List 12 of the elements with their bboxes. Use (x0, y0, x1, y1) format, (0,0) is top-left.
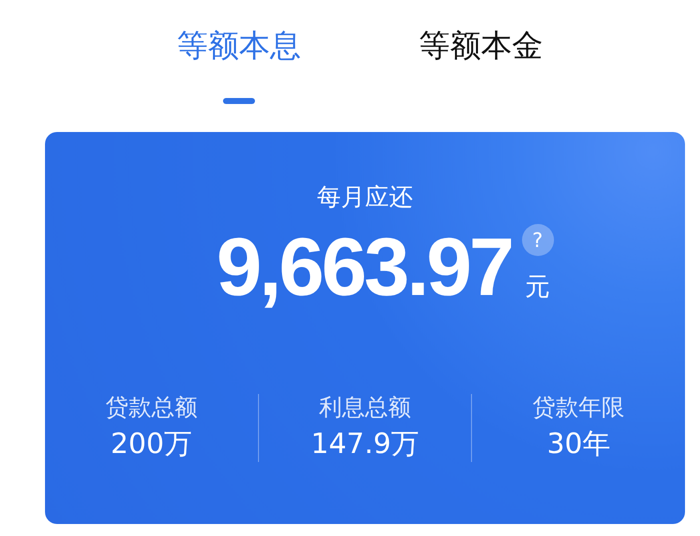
help-button[interactable]: ? (522, 224, 554, 256)
monthly-payment-label: 每月应还 (317, 182, 413, 213)
stat-value: 147.9万 (310, 426, 420, 462)
tab[interactable]: 等额本金 (419, 24, 543, 108)
stat-value: 200万 (110, 426, 192, 462)
stat-value: 30年 (546, 426, 610, 462)
stat-label: 贷款总额 (105, 394, 198, 423)
stat-label: 贷款年限 (532, 394, 625, 423)
monthly-payment-amount: 9,663.97 (216, 221, 512, 315)
currency-unit: 元 (525, 271, 550, 303)
tab[interactable]: 等额本息 (177, 24, 301, 108)
stat-label: 利息总额 (319, 394, 411, 423)
